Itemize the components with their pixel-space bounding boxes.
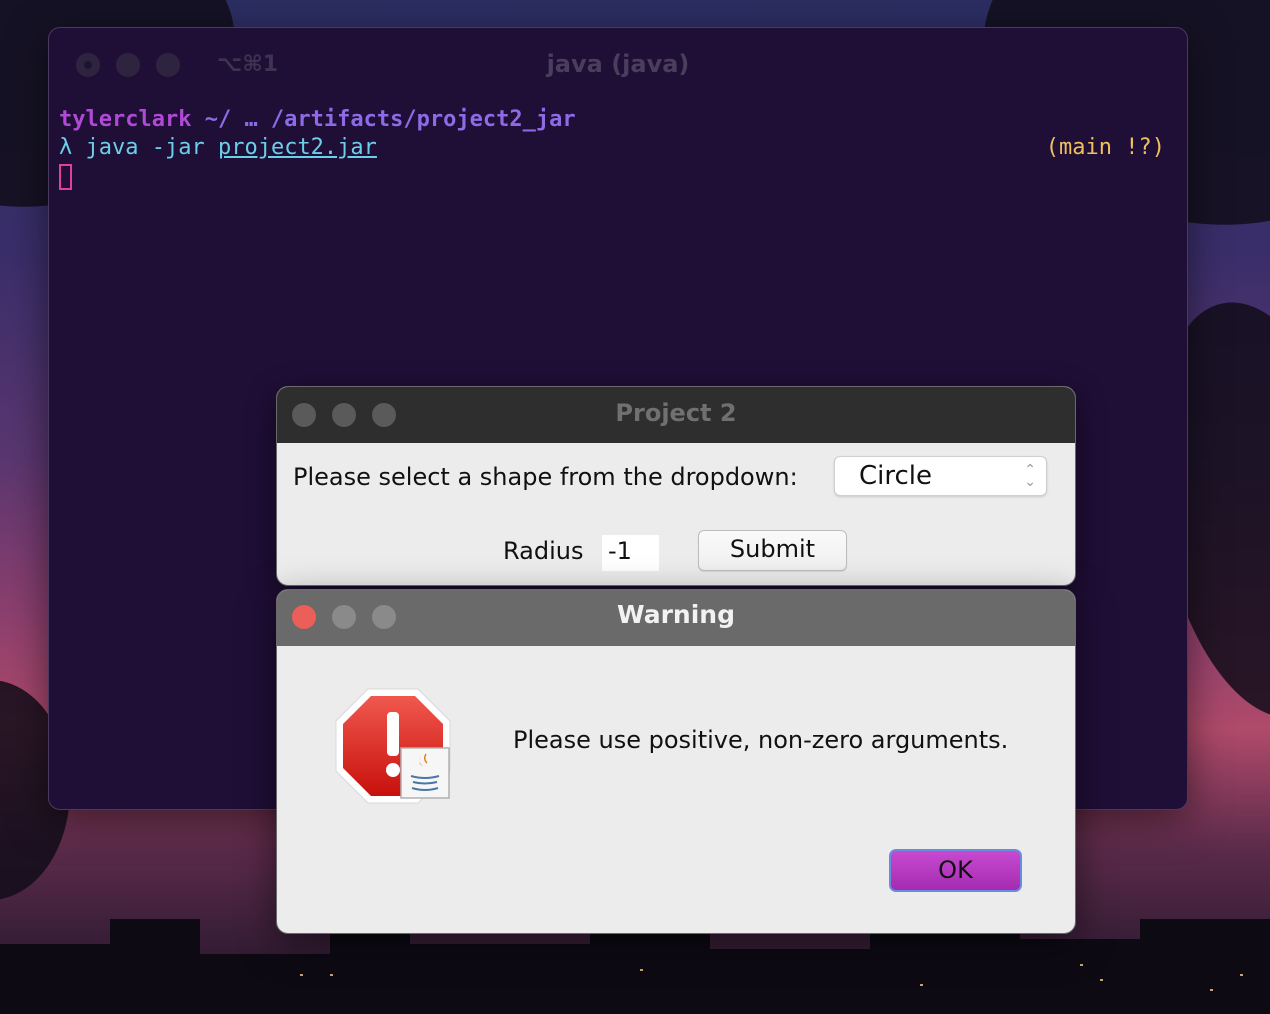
command-arg: project2.jar xyxy=(217,135,377,160)
radius-label: Radius xyxy=(503,537,584,565)
prompt-line: tylerclark ~/ … /artifacts/project2_jar xyxy=(59,106,1165,134)
terminal-titlebar[interactable]: ⌥⌘1 java (java) xyxy=(49,28,1187,100)
stop-sign-warning-icon xyxy=(333,686,453,806)
submit-button-label: Submit xyxy=(729,535,816,563)
radius-input-value: -1 xyxy=(608,537,632,565)
cursor-line xyxy=(59,162,1165,190)
terminal-output[interactable]: tylerclark ~/ … /artifacts/project2_jar … xyxy=(59,106,1165,190)
warning-dialog[interactable]: Warning Please use positive, non-zero ar… xyxy=(276,589,1076,934)
project2-titlebar[interactable]: Project 2 xyxy=(277,387,1075,443)
ok-button-label: OK xyxy=(938,856,973,884)
submit-button[interactable]: Submit xyxy=(698,530,847,571)
prompt-symbol: λ xyxy=(59,135,73,160)
command-flag: -jar xyxy=(151,135,205,160)
prompt-user: tylerclark xyxy=(59,107,192,132)
text-cursor xyxy=(59,164,72,190)
warning-message: Please use positive, non-zero arguments. xyxy=(513,726,1009,754)
command-line: λ java -jar project2.jar (main !?) xyxy=(59,134,1165,162)
warning-titlebar[interactable]: Warning xyxy=(277,590,1075,646)
project2-window[interactable]: Project 2 Please select a shape from the… xyxy=(276,386,1076,586)
ok-button[interactable]: OK xyxy=(889,849,1022,892)
command-name: java xyxy=(85,135,139,160)
git-status: (main !?) xyxy=(1045,135,1165,160)
chevron-updown-icon: ⌃ ⌄ xyxy=(1024,462,1036,490)
window-title: Project 2 xyxy=(615,399,737,427)
java-cup-icon xyxy=(400,747,450,799)
shape-dropdown[interactable]: Circle ⌃ ⌄ xyxy=(834,456,1047,496)
shape-dropdown-value: Circle xyxy=(859,461,933,491)
shape-prompt-label: Please select a shape from the dropdown: xyxy=(293,463,798,491)
prompt-path: ~/ … /artifacts/project2_jar xyxy=(204,107,576,132)
window-title: java (java) xyxy=(546,50,690,78)
dialog-title: Warning xyxy=(617,600,735,629)
radius-input[interactable]: -1 xyxy=(602,535,659,571)
